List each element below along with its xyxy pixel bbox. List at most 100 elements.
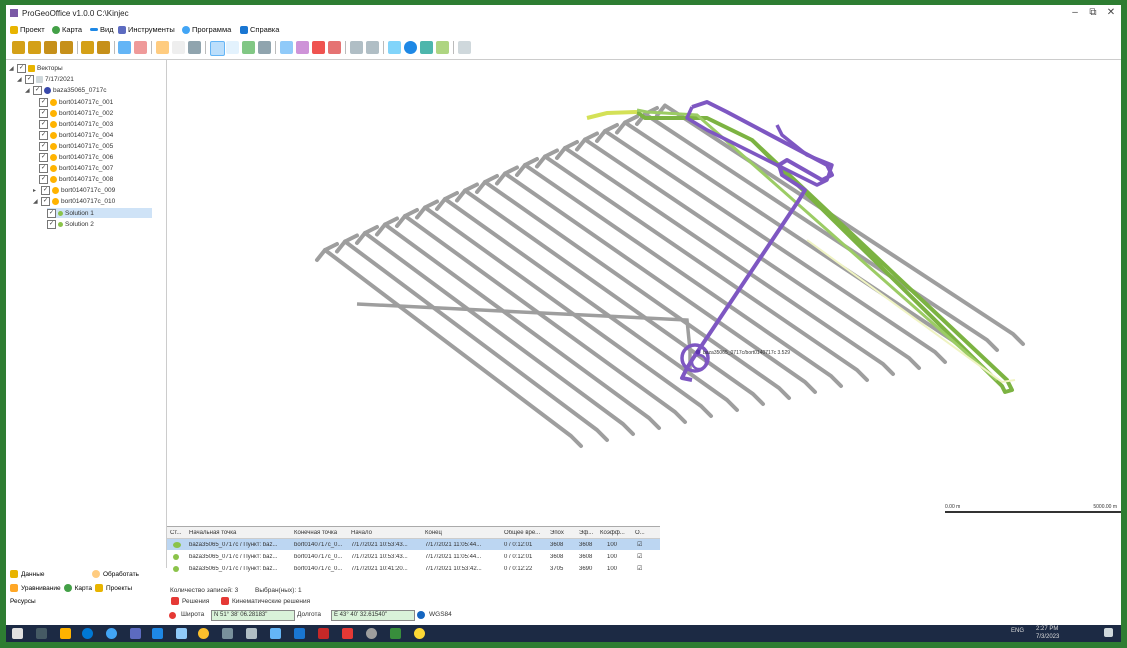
tab-kinematic-solutions[interactable]: Кинематические решения (221, 597, 310, 605)
app-icon[interactable] (414, 628, 425, 639)
pointer-icon[interactable] (280, 41, 293, 54)
antenna-icon[interactable] (172, 41, 185, 54)
select-icon[interactable] (258, 41, 271, 54)
tree-node-date[interactable]: ◢ ✓ 7/17/2021 (17, 74, 74, 84)
checkbox[interactable]: ✓ (47, 208, 56, 218)
checkbox[interactable]: ✓ (17, 63, 26, 73)
datum-label[interactable]: WGS84 (429, 611, 452, 618)
restore-button[interactable]: ⧉ (1084, 7, 1102, 18)
checkbox[interactable]: ✓ (39, 108, 48, 118)
tree-node-rover[interactable]: ✓ bort0140717c_004 (39, 130, 113, 140)
process-icon[interactable] (118, 41, 131, 54)
undo-icon[interactable] (350, 41, 363, 54)
column-header[interactable]: Конечная точка (294, 530, 349, 536)
menu-help[interactable]: Справка (240, 25, 279, 34)
open-project-icon[interactable] (28, 41, 41, 54)
map-view[interactable]: baza35065_0717c/bort0140717c 3.529 0.00 … (167, 60, 1121, 526)
column-header[interactable]: Эф... (579, 530, 599, 536)
tree-node-rover[interactable]: ✓ bort0140717c_002 (39, 108, 113, 118)
table-row[interactable]: baza35065_0717c / Пункт: baz... bort0140… (167, 563, 660, 574)
list-icon[interactable] (458, 41, 471, 54)
checkbox[interactable]: ✓ (39, 97, 48, 107)
import-icon[interactable] (60, 41, 73, 54)
tree-node-rover[interactable]: ✓ bort0140717c_003 (39, 119, 113, 129)
tree-node-rover[interactable]: ✓ bort0140717c_008 (39, 174, 113, 184)
column-header[interactable]: Общее вре... (504, 530, 548, 536)
data-tab[interactable]: Данные (10, 570, 44, 578)
new-project-icon[interactable] (12, 41, 25, 54)
checkbox[interactable]: ✓ (39, 152, 48, 162)
tab-solutions[interactable]: Решения (171, 597, 209, 605)
tree-node-rover[interactable]: ✓ bort0140717c_007 (39, 163, 113, 173)
menu-map[interactable]: Карта (52, 25, 82, 34)
row-checkbox[interactable]: ☑ (637, 553, 649, 560)
map-tab-label[interactable]: Карта (75, 585, 92, 592)
notifications-icon[interactable] (1104, 628, 1113, 637)
checkbox[interactable]: ✓ (39, 119, 48, 129)
percent-icon[interactable] (134, 41, 147, 54)
checkbox[interactable]: ✓ (39, 141, 48, 151)
menu-tools[interactable]: Инструменты (118, 25, 175, 34)
zoom-out-icon[interactable] (226, 41, 239, 54)
input-language[interactable]: ENG (1011, 628, 1024, 634)
minimize-button[interactable]: – (1066, 7, 1084, 18)
start-icon[interactable] (12, 628, 23, 639)
tree-node-base[interactable]: ◢ ✓ baza35065_0717c (25, 85, 107, 95)
checkbox[interactable]: ✓ (39, 130, 48, 140)
app-icon[interactable] (342, 628, 353, 639)
expand-icon[interactable]: ◢ (9, 65, 15, 72)
app-icon[interactable] (106, 628, 117, 639)
app-icon[interactable] (176, 628, 187, 639)
column-header[interactable]: Начало (351, 530, 421, 536)
eye-icon[interactable] (420, 41, 433, 54)
filter-icon[interactable] (436, 41, 449, 54)
search-icon[interactable] (36, 628, 47, 639)
tree-node-rover[interactable]: ✓ bort0140717c_006 (39, 152, 113, 162)
tree-node-rover[interactable]: ✓ bort0140717c_001 (39, 97, 113, 107)
checkbox[interactable]: ✓ (33, 85, 42, 95)
adjustment-tab[interactable]: Уравнивание Карта Проекты (10, 584, 132, 592)
tree-node-vectors[interactable]: ◢ ✓ Векторы (9, 63, 63, 73)
column-header[interactable]: Начальная точка (189, 530, 289, 536)
tree-node-solution[interactable]: ✓ Solution 2 (47, 219, 94, 229)
collapse-icon[interactable]: ▸ (33, 187, 39, 194)
cursor-icon[interactable] (388, 41, 401, 54)
checkbox[interactable]: ✓ (41, 196, 50, 206)
app-icon[interactable] (318, 628, 329, 639)
pole-icon[interactable] (188, 41, 201, 54)
app-icon[interactable] (246, 628, 257, 639)
latitude-field[interactable]: N 51° 38' 06.28183" (211, 610, 295, 621)
longitude-field[interactable]: E 43° 40' 32.61540" (331, 610, 415, 621)
projects-tab-label[interactable]: Проекты (106, 585, 132, 592)
measure-icon[interactable] (328, 41, 341, 54)
circle-icon[interactable] (404, 41, 417, 54)
redo-icon[interactable] (366, 41, 379, 54)
tree-node-rover[interactable]: ◢ ✓ bort0140717c_010 (33, 196, 115, 206)
clock-time[interactable]: 2:27 PM (1036, 626, 1058, 632)
checkbox[interactable]: ✓ (39, 163, 48, 173)
table-row[interactable]: baza35065_0717c / Пункт: baz... bort0140… (167, 551, 660, 562)
process-tab[interactable]: Обработать (92, 570, 139, 578)
move-icon[interactable] (312, 41, 325, 54)
checkbox[interactable]: ✓ (25, 74, 34, 84)
explorer-icon[interactable] (60, 628, 71, 639)
app-icon[interactable] (366, 628, 377, 639)
menu-view[interactable]: Вид (90, 25, 114, 34)
edge-icon[interactable] (82, 628, 93, 639)
report-icon[interactable] (97, 41, 110, 54)
checkbox[interactable]: ✓ (39, 174, 48, 184)
close-button[interactable]: ✕ (1102, 7, 1120, 18)
app-icon[interactable] (222, 628, 233, 639)
app-icon[interactable] (270, 628, 281, 639)
chrome-icon[interactable] (198, 628, 209, 639)
save-project-icon[interactable] (44, 41, 57, 54)
expand-icon[interactable]: ◢ (17, 76, 23, 83)
app-icon[interactable] (390, 628, 401, 639)
column-header[interactable]: Ст... (170, 530, 188, 536)
checkbox[interactable]: ✓ (47, 219, 56, 229)
point-icon[interactable] (156, 41, 169, 54)
column-header[interactable]: Коэфф... (600, 530, 630, 536)
expand-icon[interactable]: ◢ (33, 198, 39, 205)
menu-project[interactable]: Проект (10, 25, 45, 34)
add-point-icon[interactable] (296, 41, 309, 54)
